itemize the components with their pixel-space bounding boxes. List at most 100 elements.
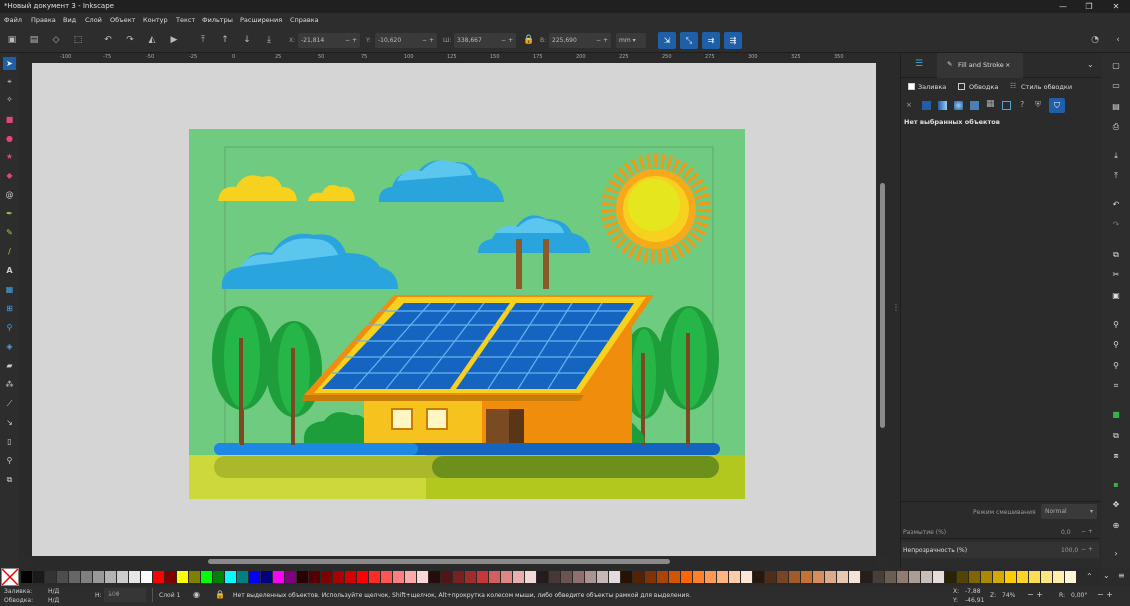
- zoom-page-icon[interactable]: ⚲: [1110, 360, 1122, 372]
- w-input[interactable]: 338,667 − +: [454, 33, 516, 48]
- minimize-button[interactable]: —: [1050, 0, 1076, 13]
- mesh-icon[interactable]: ⊞: [3, 302, 16, 315]
- menu-path[interactable]: Контур: [143, 13, 168, 27]
- color-swatch[interactable]: [81, 571, 92, 583]
- x-input[interactable]: -21,814 − +: [298, 33, 360, 48]
- opacity-stepper-icon[interactable]: − +: [1081, 546, 1093, 553]
- color-swatch[interactable]: [981, 571, 992, 583]
- palette-menu-icon[interactable]: ≡: [1118, 571, 1125, 580]
- color-swatch[interactable]: [825, 571, 836, 583]
- rect-icon[interactable]: ■: [3, 113, 16, 126]
- h-stepper-icon[interactable]: − +: [596, 33, 608, 48]
- color-swatch[interactable]: [909, 571, 920, 583]
- color-swatch[interactable]: [765, 571, 776, 583]
- color-swatch[interactable]: [1065, 571, 1076, 583]
- color-swatch[interactable]: [333, 571, 344, 583]
- swatch-icon[interactable]: [1002, 101, 1011, 110]
- h-input[interactable]: 225,690 − +: [549, 33, 611, 48]
- clone-icon[interactable]: ⧉: [1110, 430, 1122, 442]
- color-swatch[interactable]: [309, 571, 320, 583]
- connector-icon[interactable]: ↘: [3, 416, 16, 429]
- vertical-ruler[interactable]: [19, 53, 32, 556]
- color-swatch[interactable]: [789, 571, 800, 583]
- move-patterns-button[interactable]: ⇶: [724, 32, 742, 49]
- color-swatch[interactable]: [225, 571, 236, 583]
- color-swatch[interactable]: [69, 571, 80, 583]
- color-swatch[interactable]: [1017, 571, 1028, 583]
- dock-handle[interactable]: ⋮: [890, 53, 900, 568]
- pencil-icon[interactable]: ✎: [3, 226, 16, 239]
- color-swatch[interactable]: [477, 571, 488, 583]
- redo-icon[interactable]: ↷: [1110, 219, 1122, 231]
- color-swatch[interactable]: [513, 571, 524, 583]
- color-swatch[interactable]: [861, 571, 872, 583]
- menu-view[interactable]: Вид: [63, 13, 76, 27]
- color-swatch[interactable]: [633, 571, 644, 583]
- color-swatch[interactable]: [129, 571, 140, 583]
- color-swatch[interactable]: [873, 571, 884, 583]
- color-swatch[interactable]: [1053, 571, 1064, 583]
- raise-top-icon[interactable]: ⤒: [197, 34, 209, 46]
- tweak-icon[interactable]: ✧: [3, 93, 16, 106]
- flat-color-icon[interactable]: [922, 101, 931, 110]
- zoom-stepper-icon[interactable]: − +: [1027, 590, 1043, 599]
- color-swatch[interactable]: [177, 571, 188, 583]
- color-swatch[interactable]: [249, 571, 260, 583]
- color-swatch[interactable]: [693, 571, 704, 583]
- selector-icon[interactable]: ➤: [3, 57, 16, 70]
- tab-stroke-style[interactable]: Стиль обводки: [1021, 83, 1072, 91]
- cut-icon[interactable]: ✂: [1110, 269, 1122, 281]
- dropper-icon[interactable]: ⚲: [3, 321, 16, 334]
- group-icon[interactable]: ▪: [1110, 479, 1122, 491]
- color-swatch[interactable]: [465, 571, 476, 583]
- y-input[interactable]: -10,620 − +: [375, 33, 437, 48]
- menu-filters[interactable]: Фильтры: [202, 13, 233, 27]
- h-opacity-input[interactable]: 100 − +: [104, 588, 146, 602]
- scale-corners-button[interactable]: ⤡: [680, 32, 698, 49]
- color-swatch[interactable]: [609, 571, 620, 583]
- color-swatch[interactable]: [105, 571, 116, 583]
- color-swatch[interactable]: [777, 571, 788, 583]
- menu-object[interactable]: Объект: [110, 13, 135, 27]
- color-swatch[interactable]: [717, 571, 728, 583]
- layer-label[interactable]: Слой 1: [159, 592, 180, 599]
- color-swatch[interactable]: [849, 571, 860, 583]
- color-swatch[interactable]: [213, 571, 224, 583]
- color-swatch[interactable]: [441, 571, 452, 583]
- select-all-layers-icon[interactable]: ▤: [28, 34, 40, 46]
- menu-extensions[interactable]: Расширения: [240, 13, 282, 27]
- horizontal-scrollbar[interactable]: [32, 556, 876, 568]
- menu-text[interactable]: Текст: [176, 13, 195, 27]
- color-swatch[interactable]: [453, 571, 464, 583]
- x-stepper-icon[interactable]: − +: [345, 33, 357, 48]
- flip-v-icon[interactable]: ▶: [168, 34, 180, 46]
- zoom-selection-icon[interactable]: ⚲: [1110, 319, 1122, 331]
- palette-scroll-down-icon[interactable]: ⌄: [1103, 571, 1110, 580]
- color-swatch[interactable]: [921, 571, 932, 583]
- no-color-swatch[interactable]: [1, 568, 19, 586]
- lower-bottom-icon[interactable]: ⤓: [263, 34, 275, 46]
- pages-icon[interactable]: ⧉: [3, 473, 16, 486]
- color-swatch[interactable]: [729, 571, 740, 583]
- flip-h-icon[interactable]: ◭: [146, 34, 158, 46]
- eraser-icon[interactable]: ▰: [3, 359, 16, 372]
- radial-gradient-icon[interactable]: [954, 101, 963, 110]
- measure-icon[interactable]: ⟋: [3, 397, 16, 410]
- color-swatch[interactable]: [933, 571, 944, 583]
- color-swatch[interactable]: [897, 571, 908, 583]
- color-swatch[interactable]: [21, 571, 32, 583]
- move-gradients-button[interactable]: ⇉: [702, 32, 720, 49]
- color-swatch[interactable]: [201, 571, 212, 583]
- menu-file[interactable]: Файл: [4, 13, 22, 27]
- w-stepper-icon[interactable]: − +: [501, 33, 513, 48]
- color-swatch[interactable]: [33, 571, 44, 583]
- box3d-icon[interactable]: ◆: [3, 169, 16, 182]
- snap-icon[interactable]: ◔: [1089, 34, 1101, 46]
- paste-icon[interactable]: ▣: [1110, 290, 1122, 302]
- color-swatch[interactable]: [345, 571, 356, 583]
- text-icon[interactable]: A: [3, 264, 16, 277]
- mesh-gradient-icon[interactable]: [970, 101, 979, 110]
- y-stepper-icon[interactable]: − +: [422, 33, 434, 48]
- color-swatch[interactable]: [153, 571, 164, 583]
- unset-icon[interactable]: ?: [1020, 100, 1024, 109]
